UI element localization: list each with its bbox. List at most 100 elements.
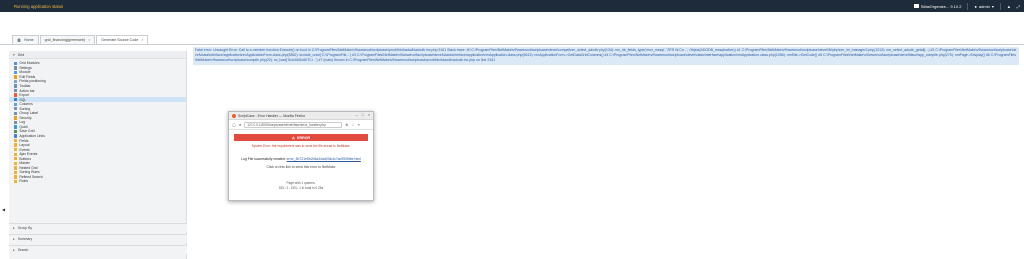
menu-item-icon (14, 138, 18, 143)
log-line: Log File successfully created: error_5b7… (234, 157, 368, 161)
close-icon[interactable]: × (88, 38, 90, 42)
folder-icon (913, 4, 919, 8)
fatal-error-output: Fatal error: Uncaught Error: Call to a m… (193, 47, 1019, 65)
app-title: Running application status (14, 3, 64, 9)
sidebar-item-label: Group Label (19, 111, 39, 116)
window-title: ScriptCase - Error Handler — Mozilla Fir… (238, 113, 306, 118)
sidebar-item-label: Edit Fields (19, 74, 36, 79)
group-label: Group By (17, 226, 33, 230)
menu-icon[interactable]: ≡ (358, 123, 360, 127)
browser-navbar: ◯ ● 127.0.0.1:8092/scriptcase/devel/ifac… (229, 120, 373, 130)
sidebar-item-label: Events (19, 147, 30, 152)
sidebar-item-label: Columns (19, 102, 33, 107)
firefox-icon (232, 113, 236, 118)
sidebar-item[interactable]: Rules (9, 179, 186, 184)
collapse-sidebar-arrow-icon[interactable]: ◀ (2, 207, 5, 212)
sidebar-item-label: Master (19, 161, 30, 166)
menu-item-icon (14, 93, 18, 97)
sidebar-item-label: Sorting Rules (19, 170, 40, 175)
error-body: ⚠ ERROR System Error: the requirement wa… (229, 130, 373, 194)
sidebar-item-label: Quicli (19, 124, 28, 129)
tab-label: Generate Source Code (101, 38, 139, 42)
tab-generate-source-code[interactable]: Generate Source Code × (96, 35, 149, 44)
error-message: System Error: the requirement was to sen… (251, 144, 351, 148)
sidebar-item-label: Log (19, 120, 26, 125)
divider (999, 2, 1001, 10)
menu-item-icon (14, 88, 18, 93)
chevron-right-icon: ▸ (13, 226, 15, 230)
fullscreen-button[interactable]: ⤢ (1017, 4, 1020, 9)
tab-grid-financing[interactable]: grid_financing(greenweb) × (39, 35, 96, 44)
menu-item-icon (14, 134, 18, 138)
url-text: 127.0.0.1:8092/scriptcase/devel/iface/er… (247, 122, 326, 127)
menu-item-icon (14, 143, 18, 147)
tab-home[interactable]: Home (12, 35, 39, 44)
tab-label: Home (24, 38, 34, 42)
sidebar-item-label: Refined Search (19, 174, 43, 179)
panel-title: Grid (17, 52, 25, 57)
sidebar-item-label: Layout (19, 143, 30, 148)
error-label: ERROR (297, 135, 311, 140)
tab-bar: Home grid_financing(greenweb) × Generate… (0, 35, 1024, 45)
sidebar-item-label: Save Grid (19, 129, 35, 134)
translate-icon[interactable]: ⚙ (345, 123, 348, 127)
sidebar-item-label: Rules (19, 179, 29, 184)
sidebar-item-label: SQL (19, 97, 27, 102)
menu-item-icon (14, 125, 18, 129)
user-icon: ● (974, 3, 977, 9)
menu-item-icon (14, 102, 18, 106)
menu-item-icon (14, 120, 18, 125)
menu-item-icon (14, 107, 18, 111)
user-menu[interactable]: ● admin ▾ (974, 4, 993, 9)
close-icon[interactable]: × (141, 38, 143, 42)
grid-panel-header[interactable]: ▾ Grid (9, 51, 186, 59)
sidebar-item-label: Settings (19, 65, 32, 70)
menu-item-icon (14, 152, 18, 156)
minimize-icon[interactable]: – (356, 113, 358, 117)
menu-item-icon (14, 75, 18, 79)
shield-icon[interactable]: ◯ (232, 123, 236, 127)
group-label: Summary (17, 237, 33, 241)
bell-icon: ▲ (1006, 3, 1011, 9)
chevron-right-icon: ▸ (13, 237, 15, 241)
bookmark-star-icon[interactable]: ☆ (351, 123, 354, 127)
sidebar-item-label: Nested Grid (19, 165, 38, 170)
menu-item-icon (14, 70, 18, 75)
sidebar-item-label: Buttons (19, 156, 31, 161)
tab-label: grid_financing(greenweb) (44, 38, 86, 42)
menu-item-icon (14, 66, 18, 70)
search-panel[interactable]: ▸ Search (9, 245, 187, 254)
user-name: admin (978, 3, 990, 9)
sidebar-item-label: Ajax Events (19, 152, 38, 157)
summary-panel[interactable]: ▸ Summary (9, 234, 187, 243)
send-error-hint: Click on this link to send this error to… (266, 165, 336, 169)
chevron-down-icon: ▾ (991, 3, 994, 9)
query-stats: SEL: 2 - DEL: 1 in total in 0.25s (278, 186, 324, 190)
menu-item-icon (14, 97, 18, 102)
menu-item-icon (14, 166, 18, 170)
sidebar-item-label: Application Links (19, 134, 45, 139)
expand-icon: ⤢ (1016, 3, 1020, 9)
log-file-link[interactable]: error_5b721e5b2b5a34ad03fc4c7ac9505fbe.h… (287, 157, 361, 161)
sidebar-menu: Grid Modules Settings Module Edit Fields Fie… (9, 59, 186, 184)
menu-item-icon (14, 179, 18, 184)
top-bar: Running application status SifasOrgenize… (0, 0, 1024, 12)
notifications-button[interactable]: ▲ (1007, 4, 1011, 9)
menu-item-icon (14, 129, 18, 134)
maximize-icon[interactable]: □ (362, 113, 364, 117)
sidebar-item-label: Fields (19, 138, 29, 143)
url-bar[interactable]: 127.0.0.1:8092/scriptcase/devel/iface/er… (244, 121, 343, 128)
query-count: Page with 1 queries. (286, 181, 316, 185)
group-by-panel[interactable]: ▸ Group By (9, 223, 187, 232)
error-handler-window: ScriptCase - Error Handler — Mozilla Fir… (228, 111, 374, 201)
close-icon[interactable]: × (368, 113, 370, 117)
lock-icon[interactable]: ● (239, 123, 241, 127)
chevron-down-icon: ▾ (13, 52, 15, 57)
chevron-right-icon: ▸ (13, 248, 15, 252)
project-selector[interactable]: SifasOrgenize... 9.10.2 (913, 4, 961, 9)
menu-item-icon (14, 161, 18, 165)
menu-item-icon (14, 79, 18, 84)
warning-icon: ⚠ (291, 135, 296, 140)
menu-item-icon (14, 157, 18, 161)
sidebar-item-label: Security (19, 115, 32, 120)
